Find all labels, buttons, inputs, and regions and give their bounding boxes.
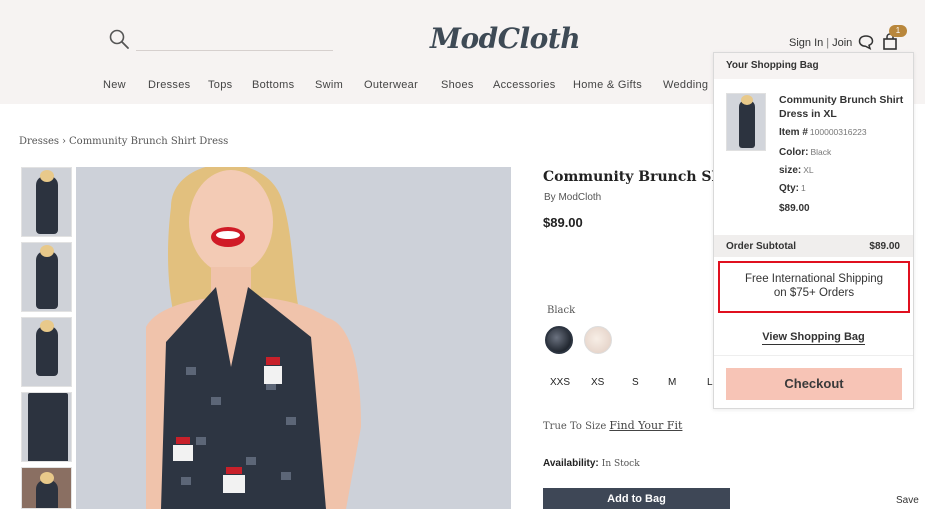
nav-item-wedding[interactable]: Wedding [663, 79, 708, 91]
product-main-image [76, 167, 511, 509]
view-bag-wrapper: View Shopping Bag [714, 331, 913, 345]
size-option-xs[interactable]: XS [591, 377, 604, 388]
product-title: Community Brunch Shirt Dress [543, 169, 713, 185]
size-option-xxs[interactable]: XXS [550, 377, 570, 388]
fit-info: True To Size Find Your Fit [543, 419, 682, 432]
nav-item-outerwear[interactable]: Outerwear [364, 79, 418, 91]
availability-value: In Stock [601, 459, 640, 469]
bag-item-thumbnail[interactable] [726, 93, 766, 151]
bag-item-size: size: XL [779, 165, 814, 176]
color-swatch-cream[interactable] [584, 326, 612, 354]
subtotal-label: Order Subtotal [726, 241, 797, 252]
promo-line-2: on $75+ Orders [773, 287, 855, 299]
item-price-value: $89.00 [779, 203, 810, 214]
availability: Availability: In Stock [543, 458, 640, 469]
product-thumbnail[interactable] [21, 242, 72, 312]
nav-item-home-gifts[interactable]: Home & Gifts [573, 79, 642, 91]
item-color-label: Color: [779, 147, 809, 158]
nav-item-swim[interactable]: Swim [315, 79, 343, 91]
subtotal-value: $89.00 [869, 241, 900, 252]
bag-item-name[interactable]: Community Brunch Shirt Dress in XL [779, 93, 907, 121]
bag-item-qty: Qty: 1 [779, 183, 806, 194]
add-to-bag-button[interactable]: Add to Bag [543, 488, 730, 509]
site-logo[interactable]: ModCloth [430, 22, 581, 55]
breadcrumb-arrow: › [62, 136, 67, 147]
product-thumbnail[interactable] [21, 467, 72, 509]
sign-in-link[interactable]: Sign In [789, 37, 823, 49]
order-subtotal: Order Subtotal $89.00 [714, 235, 913, 257]
chat-icon[interactable] [858, 34, 874, 50]
nav-item-dresses[interactable]: Dresses [148, 79, 190, 91]
bag-heading: Your Shopping Bag [714, 53, 913, 79]
size-option-m[interactable]: M [668, 377, 676, 388]
search-icon[interactable] [108, 28, 130, 50]
item-qty-value: 1 [801, 183, 806, 193]
item-number-value: 100000316223 [809, 127, 867, 137]
bag-item-price: $89.00 [779, 203, 810, 214]
find-your-fit-link[interactable]: Find Your Fit [609, 419, 682, 432]
shopping-bag-dropdown: Your Shopping Bag Community Brunch Shirt… [713, 52, 914, 409]
nav-item-shoes[interactable]: Shoes [441, 79, 474, 91]
divider [714, 355, 913, 356]
save-link[interactable]: Save [896, 495, 919, 506]
product-thumbnail[interactable] [21, 392, 72, 462]
account-links: Sign In | Join [789, 37, 852, 49]
color-label: Black [547, 305, 576, 316]
nav-item-accessories[interactable]: Accessories [493, 79, 556, 91]
bag-item-number: Item #100000316223 [779, 127, 867, 138]
account-separator: | [826, 37, 830, 49]
breadcrumb-current: Community Brunch Shirt Dress [69, 136, 229, 147]
search-input[interactable] [136, 50, 333, 51]
nav-item-new[interactable]: New [103, 79, 126, 91]
checkout-button[interactable]: Checkout [726, 368, 902, 400]
product-thumbnail[interactable] [21, 317, 72, 387]
product-price: $89.00 [543, 215, 583, 230]
product-brand: By ModCloth [544, 192, 602, 203]
breadcrumb-dresses[interactable]: Dresses [19, 136, 59, 147]
size-option-l[interactable]: L [707, 377, 713, 388]
size-option-s[interactable]: S [632, 377, 639, 388]
view-shopping-bag-link[interactable]: View Shopping Bag [762, 331, 865, 345]
nav-item-bottoms[interactable]: Bottoms [252, 79, 294, 91]
item-number-label: Item # [779, 127, 808, 138]
join-link[interactable]: Join [832, 37, 852, 49]
product-thumbnail[interactable] [21, 167, 72, 237]
item-size-label: size: [779, 165, 802, 176]
nav-item-tops[interactable]: Tops [208, 79, 232, 91]
bag-item-color: Color: Black [779, 147, 831, 158]
bag-count-badge: 1 [889, 25, 907, 37]
availability-label: Availability: [543, 458, 599, 469]
color-swatch-black[interactable] [545, 326, 573, 354]
item-size-value: XL [803, 165, 814, 175]
breadcrumb: Dresses › Community Brunch Shirt Dress [19, 136, 228, 147]
fit-label: True To Size [543, 421, 607, 432]
item-qty-label: Qty: [779, 183, 799, 194]
promo-line-1: Free International Shipping [744, 273, 884, 285]
free-shipping-promo: Free International Shipping on $75+ Orde… [718, 261, 910, 313]
item-color-value: Black [810, 147, 832, 157]
